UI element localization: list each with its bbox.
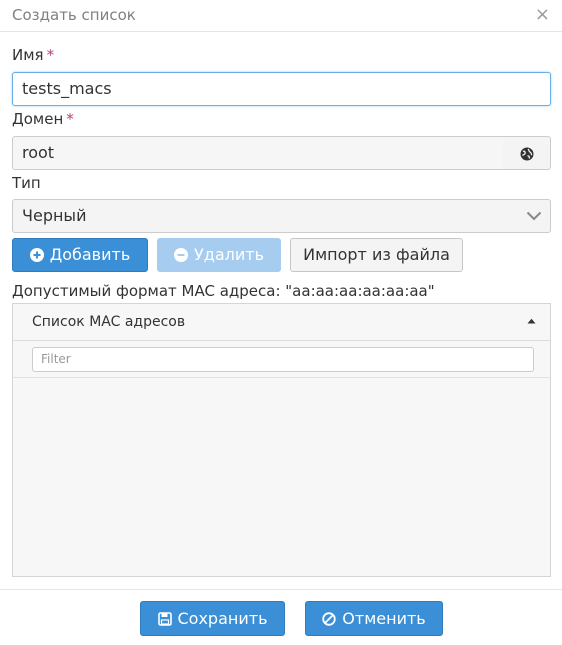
required-mark: * xyxy=(66,110,74,128)
cancel-button[interactable]: Отменить xyxy=(305,601,443,636)
domain-input: root xyxy=(12,136,504,170)
domain-label: Домен * xyxy=(12,110,74,128)
mac-format-hint: Допустимый формат MAC адреса: "aa:aa:aa:… xyxy=(12,282,435,300)
domain-label-text: Домен xyxy=(12,110,64,128)
plus-circle-icon xyxy=(29,248,44,262)
ban-icon xyxy=(322,612,336,626)
import-file-button[interactable]: Импорт из файла xyxy=(290,238,463,272)
type-label: Тип xyxy=(12,174,41,192)
mac-list-header[interactable]: Список MAC адресов xyxy=(13,304,550,341)
name-label: Имя * xyxy=(12,46,54,64)
type-select-value: Черный xyxy=(22,206,87,225)
globe-icon xyxy=(520,147,534,161)
dialog-header: Создать список × xyxy=(0,0,562,32)
dialog-title: Создать список xyxy=(12,6,136,24)
cancel-button-label: Отменить xyxy=(342,609,426,628)
dialog-footer: Сохранить Отменить xyxy=(0,589,562,645)
minus-circle-icon xyxy=(174,248,188,262)
create-list-dialog: Создать список × Имя * tests_macs Домен * … xyxy=(0,0,562,644)
filter-input[interactable]: Filter xyxy=(32,347,534,372)
delete-button[interactable]: Удалить xyxy=(157,238,281,272)
save-icon xyxy=(157,612,172,626)
add-button-label: Добавить xyxy=(49,245,131,264)
delete-button-label: Удалить xyxy=(194,245,264,264)
close-icon[interactable]: × xyxy=(535,4,550,25)
caret-up-icon[interactable] xyxy=(527,318,536,324)
name-input[interactable]: tests_macs xyxy=(12,72,551,106)
save-button[interactable]: Сохранить xyxy=(140,601,285,636)
filter-row: Filter xyxy=(13,341,550,378)
mac-list-title: Список MAC адресов xyxy=(32,314,186,330)
add-button[interactable]: Добавить xyxy=(12,238,148,272)
name-label-text: Имя xyxy=(12,46,44,64)
mac-list-panel: Список MAC адресов Filter xyxy=(12,303,551,577)
save-button-label: Сохранить xyxy=(177,609,268,628)
type-select[interactable]: Черный xyxy=(12,199,551,233)
required-mark: * xyxy=(46,46,55,64)
domain-select-button[interactable] xyxy=(503,136,551,170)
chevron-down-icon xyxy=(526,211,542,221)
